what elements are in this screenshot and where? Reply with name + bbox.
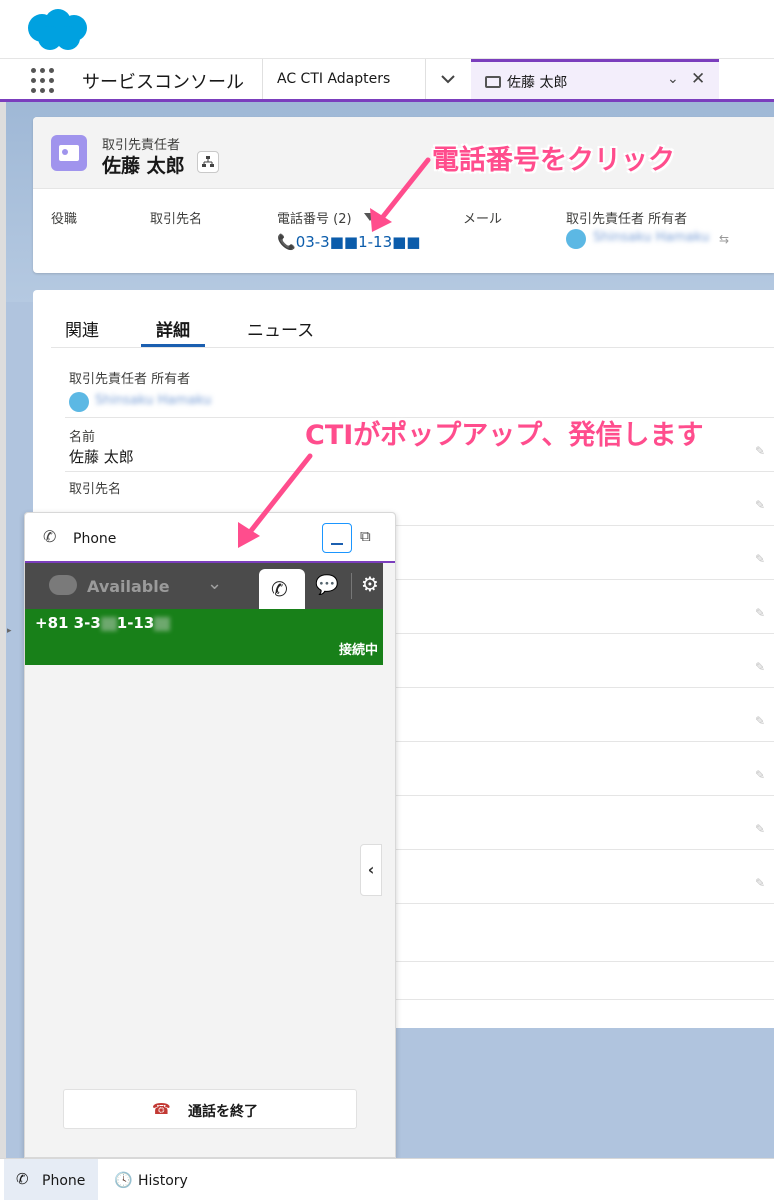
contact-icon [51,135,87,171]
hang-up-icon: ☎ [152,1100,171,1118]
collapse-panel-button[interactable]: ‹ [360,844,382,896]
account-label: 取引先名 [150,212,203,227]
tab-related[interactable]: 関連 [65,316,99,341]
edit-pencil-icon[interactable]: ✎ [755,444,769,458]
cti-phone-tab[interactable]: ✆ [259,569,305,609]
phone-utility-panel: ✆ Phone ⧉ Available ⌄ ✆ 💬 ⚙ +81 3-3 1-13 … [24,512,396,1158]
agent-status[interactable]: Available [87,577,170,596]
tab-news[interactable]: ニュース [247,316,314,341]
phone-icon: ✆ [271,577,288,601]
app-launcher-icon[interactable] [31,68,57,94]
active-tab-indicator [141,344,205,347]
chevron-down-icon[interactable]: ⌄ [207,573,222,594]
call-number-part: +81 3-3 [35,614,101,632]
redacted [100,616,117,631]
field-label: 名前 [69,430,96,445]
utility-item-phone[interactable]: ✆ Phone [4,1159,98,1200]
email-label: メール [463,212,503,227]
field-row-owner: 取引先責任者 所有者 Shinsaku Hamaku [65,366,774,418]
tab-label: AC CTI Adapters [277,71,391,87]
avatar [69,392,89,412]
end-call-button[interactable]: ☎ 通話を終了 [63,1089,357,1129]
phone-link[interactable]: 📞03-3■■1-13■■ [277,233,420,251]
field-label: 取引先責任者 所有者 [69,372,191,387]
edit-pencil-icon[interactable]: ✎ [755,552,769,566]
title-label: 役職 [51,212,78,227]
hierarchy-button[interactable] [197,151,219,173]
clock-icon: 🕓 [114,1171,133,1189]
utility-label: Phone [42,1173,86,1189]
triangle-down-icon[interactable] [364,213,376,223]
salesforce-logo-icon[interactable] [22,6,90,52]
edit-pencil-icon[interactable]: ✎ [755,822,769,836]
chat-icon[interactable]: 💬 [315,573,339,596]
close-icon[interactable]: ✕ [691,69,705,89]
avatar [566,229,586,249]
tab-label: 佐藤 太郎 [507,75,568,91]
phone-label: 電話番号 (2) [277,212,352,227]
record-title: 佐藤 太郎 [102,155,185,177]
chevron-down-icon[interactable]: ⌄ [667,71,679,87]
phone-icon: 📞 [277,233,296,251]
edit-pencil-icon[interactable]: ✎ [755,876,769,890]
owner-label: 取引先責任者 所有者 [566,212,688,227]
edit-pencil-icon[interactable]: ✎ [755,768,769,782]
phone-panel-header: ✆ Phone ⧉ [25,513,395,563]
chevron-down-icon [441,75,455,84]
utility-bar: ✆ Phone 🕓 History [0,1158,774,1200]
tab-contact-record[interactable]: 佐藤 太郎 ⌄ ✕ [471,59,719,99]
agent-status-cloud-icon [49,575,77,595]
global-header [0,0,774,58]
annotation-cti-popup: CTIがポップアップ、発信します [305,420,704,451]
hierarchy-icon [202,156,214,167]
call-status: 接続中 [339,643,379,658]
edit-pencil-icon[interactable]: ✎ [755,660,769,674]
detail-tabbar: 関連 詳細 ニュース [51,290,774,348]
call-number: +81 3-3 1-13 [35,614,171,632]
divider [351,573,352,599]
minimize-button[interactable] [322,523,352,553]
phone-number: 03-3■■1-13■■ [295,233,421,251]
owner-link[interactable]: Shinsaku Hamaku [593,230,709,245]
app-name: サービスコンソール [82,72,244,93]
field-value: 佐藤 太郎 [69,448,134,466]
field-label: 取引先名 [69,482,122,497]
redacted [154,616,171,631]
edit-pencil-icon[interactable]: ✎ [755,714,769,728]
utility-label: History [138,1173,188,1189]
cti-toolbar: Available ⌄ ✆ 💬 ⚙ [25,563,383,609]
change-owner-icon[interactable]: ⇆ [719,232,729,246]
tab-menu-button[interactable] [425,59,471,99]
phone-icon: ✆ [43,527,57,546]
call-number-part: 1-13 [116,614,155,632]
annotation-click-phone: 電話番号をクリック [432,145,675,176]
edit-pencil-icon[interactable]: ✎ [755,498,769,512]
owner-link[interactable]: Shinsaku Hamaku [95,393,211,408]
popout-icon[interactable]: ⧉ [360,527,371,545]
tab-ac-cti-adapters[interactable]: AC CTI Adapters [262,59,425,99]
edit-pencil-icon[interactable]: ✎ [755,606,769,620]
active-call-bar: +81 3-3 1-13 接続中 [25,609,383,665]
contact-card-icon [485,76,501,88]
phone-icon: ✆ [16,1170,29,1188]
phone-panel-title: Phone [73,531,117,547]
expand-arrow-icon[interactable]: ▸ [7,626,12,636]
end-call-label: 通話を終了 [188,1104,258,1120]
gear-icon[interactable]: ⚙ [361,572,379,596]
tab-details[interactable]: 詳細 [156,316,190,341]
